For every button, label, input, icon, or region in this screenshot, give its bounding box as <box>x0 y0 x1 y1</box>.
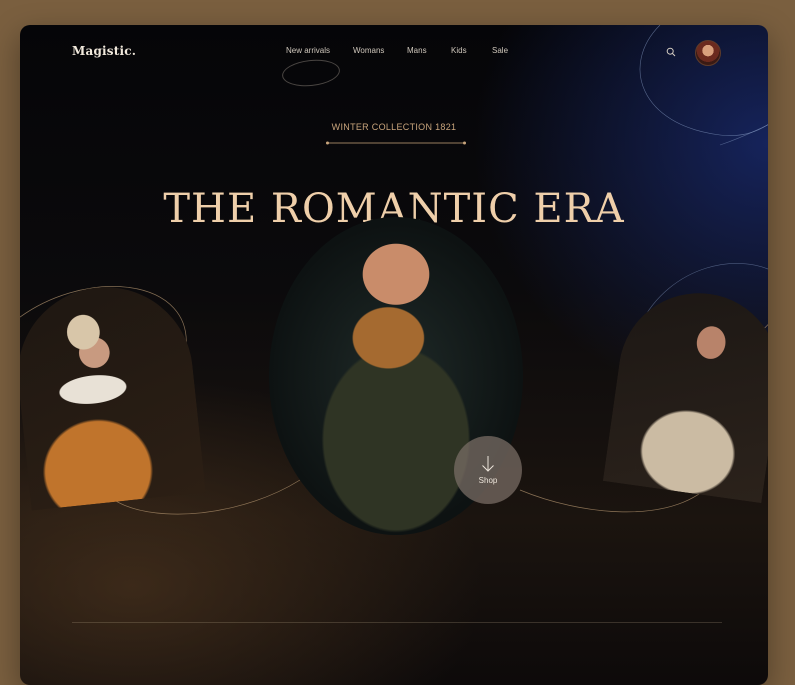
main-nav: New arrivals Womans Mans Kids Sale <box>20 46 768 89</box>
nav-item-womans[interactable]: Womans <box>353 46 384 55</box>
user-avatar[interactable] <box>695 40 721 66</box>
nav-item-kids[interactable]: Kids <box>451 46 467 55</box>
page-frame: Magistic. New arrivals Womans Mans Kids … <box>20 25 768 685</box>
nav-item-sale[interactable]: Sale <box>492 46 508 55</box>
collection-subtitle: WINTER COLLECTION 1821 <box>331 122 457 132</box>
shop-button[interactable]: Shop <box>454 436 522 504</box>
section-divider <box>72 622 722 623</box>
nav-item-mans[interactable]: Mans <box>407 46 427 55</box>
subtitle-underline <box>326 141 466 145</box>
shop-label: Shop <box>478 476 498 485</box>
nav-item-new-arrivals[interactable]: New arrivals <box>286 46 330 55</box>
arrow-down-icon <box>482 456 494 472</box>
search-icon[interactable] <box>666 47 676 57</box>
